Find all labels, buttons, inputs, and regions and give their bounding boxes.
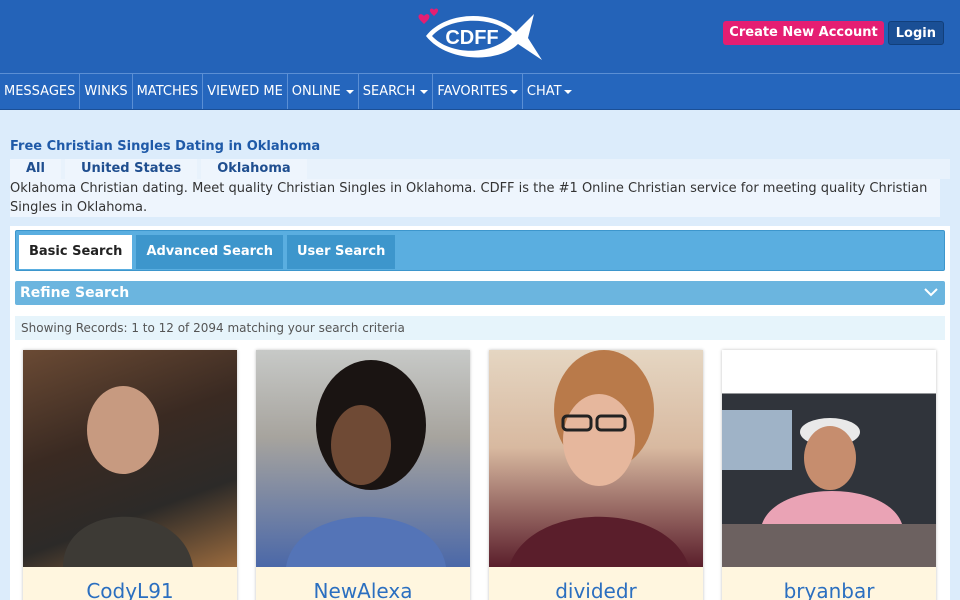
breadcrumb-united-states[interactable]: United States bbox=[64, 159, 198, 179]
profile-card[interactable]: bryanbar bbox=[722, 350, 936, 600]
intro-text: Oklahoma Christian dating. Meet quality … bbox=[10, 179, 940, 217]
caret-down-icon bbox=[509, 89, 518, 94]
nav-matches[interactable]: MATCHES bbox=[133, 74, 204, 109]
search-tabs: Basic Search Advanced Search User Search bbox=[15, 230, 945, 271]
nav-chat[interactable]: CHAT bbox=[523, 74, 576, 109]
records-count: Showing Records: 1 to 12 of 2094 matchin… bbox=[15, 316, 945, 340]
refine-search-label: Refine Search bbox=[20, 285, 130, 301]
caret-down-icon bbox=[420, 89, 429, 94]
nav-messages[interactable]: MESSAGES bbox=[0, 74, 81, 109]
login-button[interactable]: Login bbox=[887, 21, 944, 45]
profile-card[interactable]: CodyL91 bbox=[23, 350, 237, 600]
profile-photo[interactable] bbox=[23, 350, 237, 567]
profile-username[interactable]: bryanbar bbox=[722, 579, 936, 600]
profile-card[interactable]: dividedr bbox=[489, 350, 703, 600]
caret-down-icon bbox=[563, 89, 572, 94]
page-title: Free Christian Singles Dating in Oklahom… bbox=[10, 139, 321, 154]
breadcrumb-oklahoma[interactable]: Oklahoma bbox=[201, 159, 307, 179]
create-account-button[interactable]: Create New Account bbox=[723, 21, 884, 45]
results-grid: CodyL91 NewAlexa dividedr bryanbar bbox=[15, 350, 945, 600]
profile-photo[interactable] bbox=[256, 350, 470, 567]
chevron-down-icon bbox=[924, 288, 938, 297]
profile-card[interactable]: NewAlexa bbox=[256, 350, 470, 600]
site-header: CDFF Create New Account Login bbox=[0, 0, 960, 73]
breadcrumb-all[interactable]: All bbox=[10, 159, 61, 179]
search-panel: Basic Search Advanced Search User Search… bbox=[10, 226, 950, 600]
nav-favorites[interactable]: FAVORITES bbox=[433, 74, 523, 109]
main-nav: MESSAGES WINKS MATCHES VIEWED ME ONLINE … bbox=[0, 73, 960, 110]
profile-username[interactable]: NewAlexa bbox=[256, 579, 470, 600]
tab-user-search[interactable]: User Search bbox=[286, 235, 396, 269]
tab-advanced-search[interactable]: Advanced Search bbox=[136, 235, 283, 269]
refine-search-toggle[interactable]: Refine Search bbox=[15, 281, 945, 305]
nav-online[interactable]: ONLINE bbox=[288, 74, 359, 109]
logo-text: CDFF bbox=[445, 27, 498, 49]
profile-photo[interactable] bbox=[722, 350, 936, 567]
nav-winks[interactable]: WINKS bbox=[80, 74, 133, 109]
nav-viewed-me[interactable]: VIEWED ME bbox=[203, 74, 288, 109]
tab-basic-search[interactable]: Basic Search bbox=[19, 235, 133, 269]
profile-photo[interactable] bbox=[489, 350, 703, 567]
profile-username[interactable]: dividedr bbox=[489, 579, 703, 600]
cdff-logo[interactable]: CDFF bbox=[416, 4, 544, 68]
profile-username[interactable]: CodyL91 bbox=[23, 579, 237, 600]
nav-search[interactable]: SEARCH bbox=[359, 74, 434, 109]
breadcrumb: All United States Oklahoma bbox=[10, 159, 950, 179]
caret-down-icon bbox=[345, 89, 354, 94]
